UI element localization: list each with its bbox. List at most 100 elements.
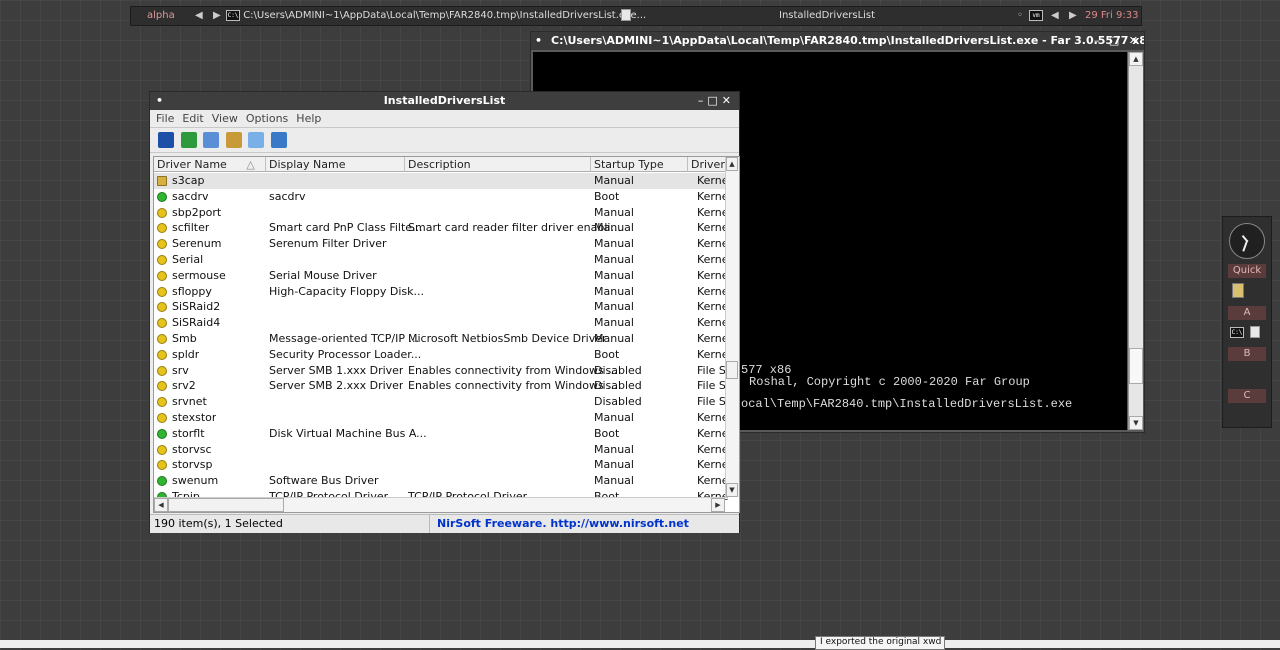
list-scroll-right-icon[interactable]: ▶ — [711, 498, 725, 512]
column-header-description[interactable]: Description — [405, 157, 591, 172]
table-row[interactable]: srvnet Disabled File Sy — [154, 394, 732, 410]
save-icon[interactable] — [158, 132, 174, 148]
table-row[interactable]: SiSRaid4 Manual Kerne — [154, 315, 729, 331]
console-menu-dot-icon[interactable]: • — [535, 32, 542, 50]
app-minimize-button[interactable]: – — [698, 94, 708, 107]
startup-type-cell: Manual — [594, 300, 634, 314]
focused-window-title[interactable]: InstalledDriversList — [779, 9, 875, 23]
startup-type-cell: Manual — [594, 237, 634, 251]
startup-type-cell: Manual — [594, 332, 634, 345]
table-row[interactable]: Smb Message-oriented TCP/IP ... Microsoft … — [154, 331, 729, 347]
list-scroll-down-icon[interactable]: ▼ — [726, 483, 738, 497]
startup-type-cell: Disabled — [594, 395, 642, 409]
drivers-list[interactable]: Driver Name △ Display Name Description S… — [153, 156, 740, 513]
table-row[interactable]: SiSRaid2 Manual Kerne — [154, 299, 729, 315]
active-task-title: C:\Users\ADMINI~1\AppData\Local\Temp\FAR… — [243, 10, 647, 21]
find-icon[interactable] — [248, 132, 264, 148]
startup-type-cell: Boot — [594, 189, 620, 203]
list-hscroll-thumb[interactable] — [168, 498, 284, 512]
dock-group-b[interactable]: B — [1228, 347, 1266, 361]
minimize-button[interactable]: – — [1094, 34, 1100, 47]
next-arrow-icon[interactable]: ▶ — [1069, 9, 1077, 23]
app-menu-dot-icon[interactable]: • — [156, 92, 163, 110]
table-row[interactable]: s3cap Manual Kerne — [154, 173, 729, 189]
list-scroll-left-icon[interactable]: ◀ — [154, 498, 168, 512]
table-row[interactable]: Serenum Serenum Filter Driver Manual Kerne — [154, 236, 729, 252]
maximize-button[interactable]: □ — [1109, 34, 1119, 47]
scroll-up-icon[interactable]: ▲ — [1129, 52, 1143, 66]
table-row[interactable]: stexstor Manual Kerne — [154, 410, 729, 426]
table-row[interactable]: spldr Security Processor Loader... Boot Ker… — [154, 347, 729, 363]
table-row[interactable]: storvsp Manual Kerne — [154, 457, 729, 473]
table-row[interactable]: swenum Software Bus Driver Manual Kerne — [154, 473, 729, 489]
display-name-cell: High-Capacity Floppy Disk... — [269, 284, 425, 298]
table-row[interactable]: sfloppy High-Capacity Floppy Disk... Manua… — [154, 284, 729, 300]
console-scrollbar[interactable]: ▲ ▼ — [1128, 52, 1143, 430]
table-row[interactable]: storvsc Manual Kerne — [154, 442, 729, 458]
status-item-count: 190 item(s), 1 Selected — [154, 515, 430, 533]
menu-help[interactable]: Help — [296, 112, 321, 125]
app-maximize-button[interactable]: □ — [707, 94, 721, 107]
refresh-icon[interactable] — [180, 132, 197, 148]
menu-edit[interactable]: Edit — [182, 112, 203, 125]
list-vertical-scrollbar[interactable]: ▲ ▼ — [725, 157, 739, 497]
dock-console-icon[interactable]: C:\ — [1230, 325, 1244, 338]
table-row[interactable]: sbp2port Manual Kerne — [154, 205, 729, 221]
driver-running-icon — [157, 428, 167, 439]
driver-name-cell: Serenum — [172, 237, 222, 251]
menu-options[interactable]: Options — [246, 112, 288, 125]
description-cell: Smart card reader filter driver enabli..… — [408, 221, 621, 235]
column-header-startup-type[interactable]: Startup Type — [591, 157, 688, 172]
dock-group-a[interactable]: A — [1228, 306, 1266, 320]
vm-icon[interactable]: vm — [1029, 9, 1043, 23]
console-titlebar[interactable]: • C:\Users\ADMINI~1\AppData\Local\Temp\F… — [531, 32, 1144, 50]
menu-view[interactable]: View — [212, 112, 238, 125]
driver-type-cell: Kerne — [697, 426, 729, 440]
app-close-button[interactable]: ✕ — [722, 94, 735, 107]
menu-file[interactable]: File — [156, 112, 174, 125]
table-row[interactable]: sermouse Serial Mouse Driver Manual Kerne — [154, 268, 729, 284]
driver-stopped-icon — [157, 413, 167, 423]
prev-task-arrow-icon[interactable]: ◀ — [195, 9, 203, 23]
driver-type-cell: Kerne — [697, 268, 729, 282]
list-scroll-up-icon[interactable]: ▲ — [726, 157, 738, 171]
table-row[interactable]: srv2 Server SMB 2.xxx Driver Enables conne… — [154, 378, 732, 394]
dock-group-c[interactable]: C — [1228, 389, 1266, 403]
startup-type-cell: Manual — [594, 411, 634, 424]
next-task-arrow-icon[interactable]: ▶ — [213, 9, 221, 23]
folder-icon[interactable] — [1232, 283, 1244, 298]
scroll-down-icon[interactable]: ▼ — [1129, 416, 1143, 430]
close-button[interactable]: ✕ — [1129, 34, 1138, 47]
workspace-label[interactable]: alpha — [147, 9, 175, 23]
startup-type-cell: Manual — [594, 221, 634, 235]
startup-type-cell: Manual — [594, 316, 634, 330]
copy-icon[interactable] — [203, 132, 219, 148]
list-horizontal-scrollbar[interactable]: ◀ ▶ — [154, 497, 725, 512]
driver-name-cell: storvsp — [172, 458, 213, 472]
startup-type-cell: Manual — [594, 442, 634, 456]
column-header-display-name[interactable]: Display Name — [266, 157, 405, 172]
clock: 29 Fri 9:33 — [1085, 10, 1139, 21]
properties-icon[interactable] — [225, 132, 242, 148]
nirsoft-link[interactable]: NirSoft Freeware. http://www.nirsoft.net — [437, 515, 689, 533]
table-row[interactable]: sacdrv sacdrv Boot Kerne — [154, 189, 729, 205]
display-name-cell: Server SMB 1.xxx Driver — [269, 363, 404, 377]
active-task-button[interactable]: C:\ C:\Users\ADMINI~1\AppData\Local\Temp… — [226, 9, 646, 23]
dock-document-icon[interactable] — [1250, 325, 1260, 338]
table-row[interactable]: Serial Manual Kerne — [154, 252, 729, 268]
column-header-driver-name[interactable]: Driver Name △ — [154, 157, 266, 172]
scroll-thumb[interactable] — [1129, 348, 1143, 384]
driver-stopped-icon — [157, 318, 167, 329]
installed-drivers-window[interactable]: • InstalledDriversList –□✕ File Edit View O… — [149, 91, 740, 533]
prev-arrow-icon[interactable]: ◀ — [1051, 9, 1059, 23]
driver-stopped-icon — [157, 349, 167, 360]
table-row[interactable]: srv Server SMB 1.xxx Driver Enables connec… — [154, 363, 732, 379]
dock-quick-label[interactable]: Quick — [1228, 264, 1266, 278]
table-row[interactable]: scfilter Smart card PnP Class Filte... Sma… — [154, 220, 729, 236]
startup-type-cell: Boot — [594, 347, 620, 361]
driver-stopped-icon — [157, 223, 167, 234]
app-titlebar[interactable]: • InstalledDriversList –□✕ — [150, 92, 739, 110]
exit-icon[interactable] — [270, 132, 287, 148]
list-scroll-thumb[interactable] — [726, 361, 738, 379]
table-row[interactable]: storflt Disk Virtual Machine Bus A... Boot… — [154, 426, 729, 442]
